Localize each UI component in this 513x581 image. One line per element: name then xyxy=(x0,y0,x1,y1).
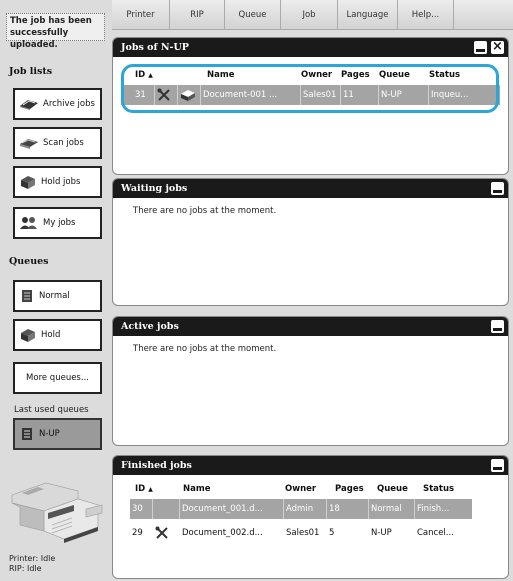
archive-icon xyxy=(20,100,38,110)
menu-rip[interactable]: RIP xyxy=(170,0,225,30)
active-jobs-panel: Active jobs There are no jobs at the mom… xyxy=(112,316,509,446)
finished-jobs-title-bar: Finished jobs xyxy=(113,456,508,475)
printer-illustration xyxy=(11,482,103,543)
hold-jobs-button[interactable]: Hold jobs xyxy=(13,166,102,198)
col-queue-header[interactable]: Queue xyxy=(377,484,408,494)
printer-status: Printer: Idle RIP: Idle xyxy=(9,554,55,574)
finished-table-header: ID ▲ Name Owner Pages Queue Status xyxy=(121,484,500,496)
active-empty-message: There are no jobs at the moment. xyxy=(133,344,277,354)
waiting-jobs-title: Waiting jobs xyxy=(121,183,188,194)
queue-hold-label: Hold xyxy=(41,330,61,340)
active-jobs-title: Active jobs xyxy=(121,321,179,332)
col-name-header[interactable]: Name xyxy=(183,484,210,494)
scan-jobs-label: Scan jobs xyxy=(43,138,84,148)
active-jobs-title-bar: Active jobs xyxy=(113,317,508,336)
users-icon xyxy=(20,217,37,229)
waiting-jobs-title-bar: Waiting jobs xyxy=(113,179,508,198)
menu-help[interactable]: Help... xyxy=(398,0,454,30)
queue-icon xyxy=(22,290,32,302)
row-owner: Sales01 xyxy=(286,528,320,538)
menu-printer[interactable]: Printer xyxy=(112,0,170,30)
more-queues-label: More queues... xyxy=(26,373,89,383)
row-status: Cancel... xyxy=(417,528,454,538)
queue-icon xyxy=(22,428,32,440)
minimize-button[interactable] xyxy=(491,320,504,333)
minimize-button[interactable] xyxy=(491,459,504,472)
queue-hold-button[interactable]: Hold xyxy=(13,319,102,351)
waiting-empty-message: There are no jobs at the moment. xyxy=(133,206,277,216)
menu-queue[interactable]: Queue xyxy=(225,0,281,30)
my-jobs-button[interactable]: My jobs xyxy=(13,207,102,239)
nup-jobs-panel: Jobs of N-UP × ID ▲ Name Owner Pages Que… xyxy=(112,37,509,175)
table-row[interactable]: 30 Document_001.d... Admin 18 Normal Fin… xyxy=(130,499,472,519)
col-id-header[interactable]: ID ▲ xyxy=(135,484,153,494)
archive-jobs-label: Archive jobs xyxy=(43,99,95,109)
row-queue: N-UP xyxy=(371,528,392,538)
queue-normal-button[interactable]: Normal xyxy=(13,280,102,312)
row-id: 30 xyxy=(130,499,153,519)
hold-icon xyxy=(21,176,35,189)
row-owner: Admin xyxy=(284,499,327,519)
row-status: Finish... xyxy=(417,504,450,514)
nup-jobs-title: Jobs of N-UP xyxy=(121,42,189,53)
menu-job[interactable]: Job xyxy=(281,0,338,30)
col-pages-header[interactable]: Pages xyxy=(335,484,364,494)
row-pages: 5 xyxy=(329,528,335,538)
row-icon-cell xyxy=(153,499,180,519)
queue-normal-label: Normal xyxy=(39,291,70,301)
col-id-label: ID xyxy=(135,484,146,494)
close-button[interactable]: × xyxy=(491,40,504,54)
menu-bar: Printer RIP Queue Job Language Help... xyxy=(112,0,513,30)
row-pages: 18 xyxy=(327,499,369,519)
menu-bar-spacer xyxy=(454,0,513,30)
printer-status-text: Printer: Idle xyxy=(9,554,56,563)
scan-icon xyxy=(20,139,38,149)
waiting-jobs-panel: Waiting jobs There are no jobs at the mo… xyxy=(112,178,509,306)
row-name: Document_001.d... xyxy=(180,499,284,519)
row-icon-cell xyxy=(153,523,180,543)
hold-jobs-label: Hold jobs xyxy=(41,177,81,187)
tools-icon xyxy=(155,526,168,539)
minimize-button[interactable] xyxy=(474,41,487,54)
focus-highlight xyxy=(121,64,499,113)
col-owner-header[interactable]: Owner xyxy=(285,484,316,494)
col-status-header[interactable]: Status xyxy=(423,484,454,494)
minimize-button[interactable] xyxy=(491,182,504,195)
scan-jobs-button[interactable]: Scan jobs xyxy=(13,127,102,159)
finished-jobs-title: Finished jobs xyxy=(121,460,192,471)
last-used-queue-nup-button[interactable]: N-UP xyxy=(13,418,102,450)
nup-jobs-title-bar: Jobs of N-UP × xyxy=(113,38,508,57)
upload-notice: The job has been successfully uploaded. xyxy=(6,13,105,50)
table-row[interactable]: 29 Document_002.d... Sales01 5 N-UP Canc… xyxy=(130,523,472,543)
more-queues-button[interactable]: More queues... xyxy=(13,362,102,394)
rip-status-text: RIP: Idle xyxy=(9,564,42,573)
last-used-title: Last used queues xyxy=(14,405,89,415)
row-name: Document_002.d... xyxy=(182,528,263,538)
queues-title: Queues xyxy=(9,256,49,267)
row-queue: Normal xyxy=(369,499,415,519)
menu-language[interactable]: Language xyxy=(338,0,398,30)
last-used-queue-label: N-UP xyxy=(39,429,60,439)
finished-jobs-panel: Finished jobs ID ▲ Name Owner Pages Queu… xyxy=(112,455,509,579)
my-jobs-label: My jobs xyxy=(43,218,76,228)
job-lists-title: Job lists xyxy=(9,66,53,77)
hold-icon xyxy=(21,329,35,342)
row-id: 29 xyxy=(132,528,143,538)
sort-asc-icon: ▲ xyxy=(148,486,153,493)
sidebar: The job has been successfully uploaded. … xyxy=(0,0,108,581)
archive-jobs-button[interactable]: Archive jobs xyxy=(13,88,102,120)
